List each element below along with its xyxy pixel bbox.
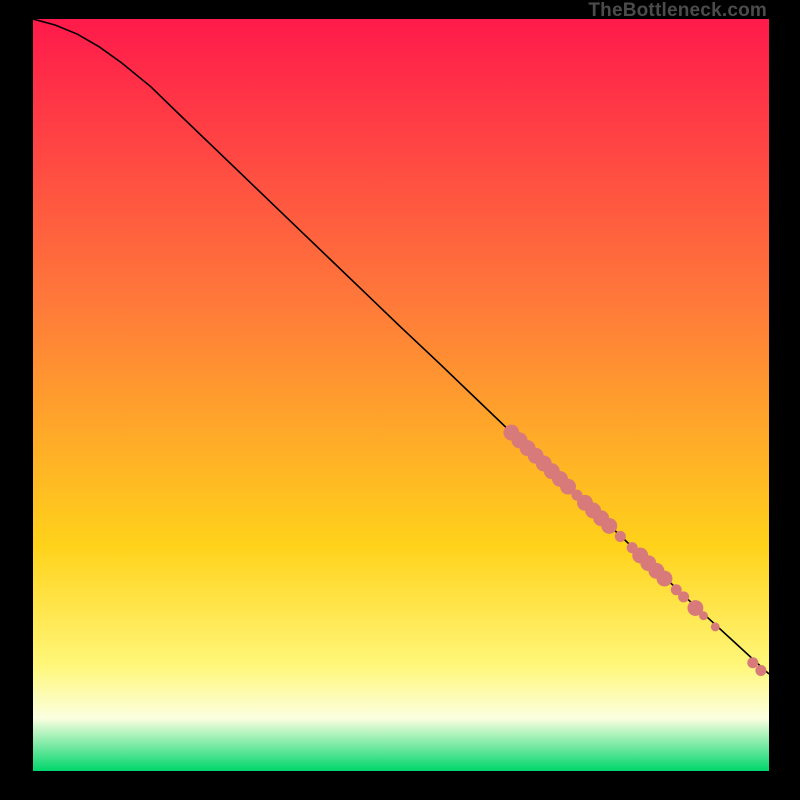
chart-stage: TheBottleneck.com xyxy=(0,0,800,800)
data-marker xyxy=(699,611,708,620)
data-marker xyxy=(601,518,617,534)
gradient-background xyxy=(33,19,769,771)
data-marker xyxy=(615,531,626,542)
data-marker xyxy=(755,665,766,676)
data-marker xyxy=(657,571,673,587)
chart-svg xyxy=(33,19,769,771)
data-marker xyxy=(711,623,720,632)
data-marker xyxy=(747,657,758,668)
plot-area xyxy=(33,19,769,771)
data-marker xyxy=(678,591,689,602)
